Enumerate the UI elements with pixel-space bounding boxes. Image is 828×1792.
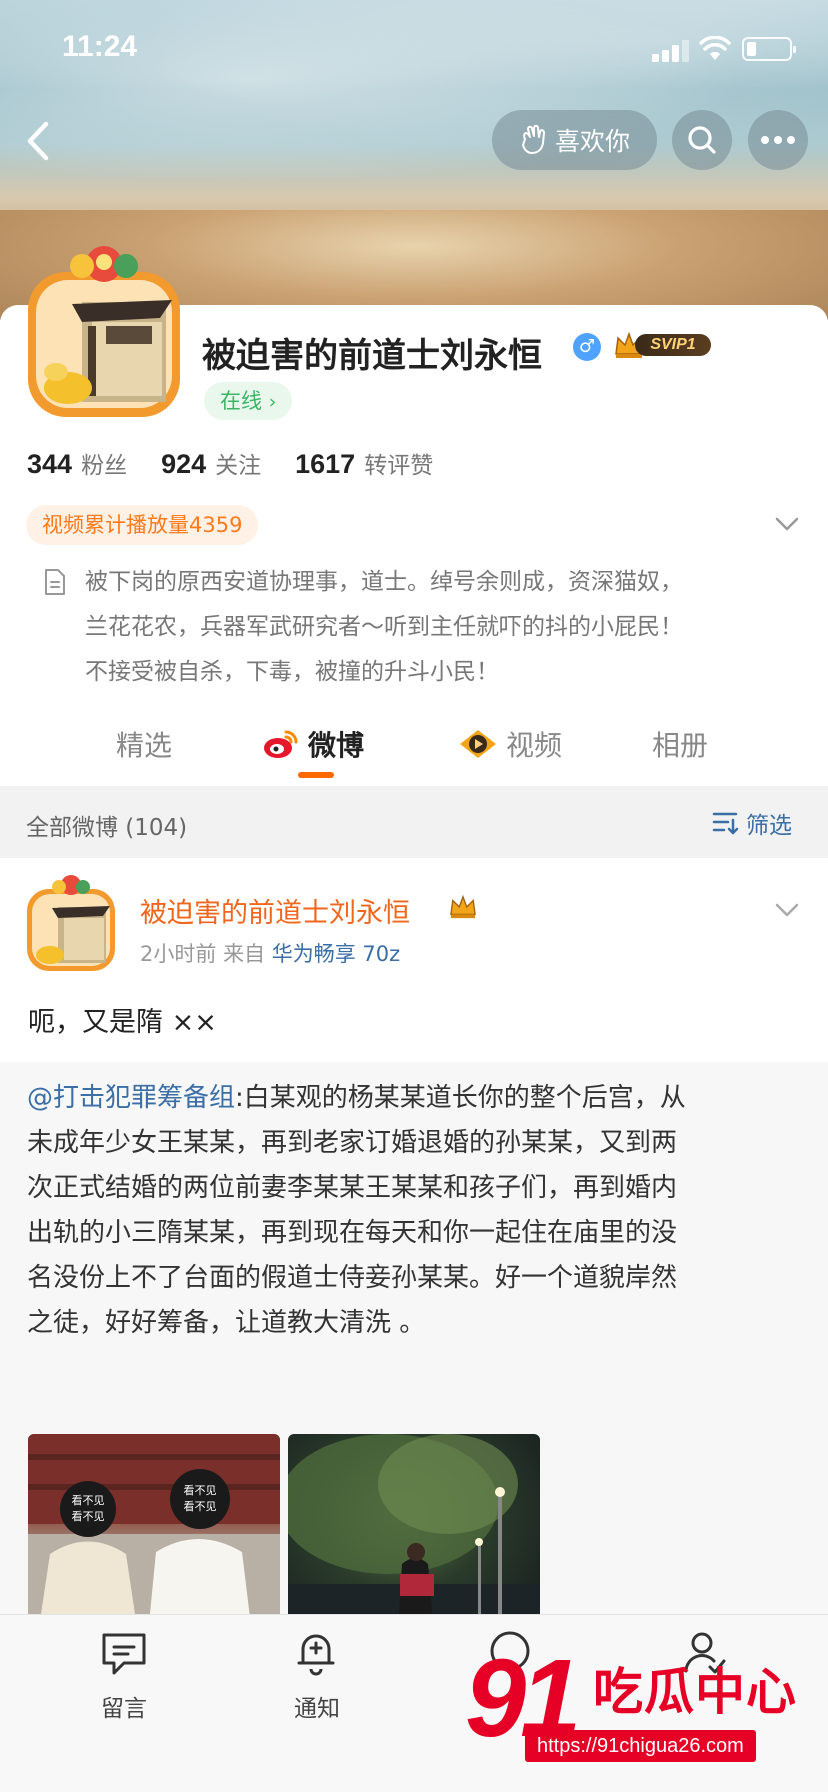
post-text: 呃，又是隋 ×× xyxy=(28,1007,217,1038)
post-source[interactable]: 华为畅享 70z xyxy=(272,942,400,966)
tab-album-label: 相册 xyxy=(652,729,709,762)
profile-tabs: 精选 微博 视频 相册 xyxy=(0,712,828,784)
crown-icon xyxy=(450,894,476,919)
tab-weibo-label: 微博 xyxy=(308,729,365,762)
bottom-notify-label: 通知 xyxy=(294,1696,340,1722)
image-overlay-text: 看不见 xyxy=(72,1509,105,1523)
post-author-name[interactable]: 被迫害的前道士刘永恒 xyxy=(140,891,410,930)
watermark-url: https://91chigua26.com xyxy=(525,1730,756,1762)
chevron-down-icon[interactable] xyxy=(774,514,800,534)
filter-button[interactable]: 筛选 xyxy=(712,806,792,840)
profile-name: 被迫害的前道士刘永恒 xyxy=(202,336,542,376)
tab-featured[interactable]: 精选 xyxy=(116,724,172,764)
post-from-prefix: 来自 xyxy=(223,942,266,966)
online-status-label: 在线 xyxy=(220,389,262,413)
profile-avatar[interactable] xyxy=(22,242,186,422)
status-time: 11:24 xyxy=(62,30,138,63)
image-overlay-text: 看不见 xyxy=(184,1483,217,1497)
post-card: 被迫害的前道士刘永恒 2小时前 来自 华为畅享 70z 呃，又是隋 ×× @打击… xyxy=(0,858,828,1634)
repost-line: 出轨的小三隋某某，再到现在每天和你一起住在庙里的没 xyxy=(27,1218,678,1248)
document-icon xyxy=(45,569,65,595)
tab-album[interactable]: 相册 xyxy=(652,724,708,764)
like-you-button[interactable]: 喜欢你 xyxy=(492,110,657,170)
watermark-text: 吃瓜中心 xyxy=(593,1663,797,1721)
bio-line: 兰花花农，兵器军武研究者～听到主任就吓的抖的小屁民！ xyxy=(85,614,683,640)
repost-line: 未成年少女王某某，再到老家订婚退婚的孙某某，又到两 xyxy=(27,1128,678,1158)
post-author-avatar[interactable] xyxy=(24,873,118,973)
search-button[interactable] xyxy=(672,110,732,170)
weibo-logo-icon xyxy=(264,730,298,758)
filter-icon xyxy=(712,812,739,835)
repost-mention[interactable]: @打击犯罪筹备组 xyxy=(27,1083,235,1113)
search-icon xyxy=(688,126,716,154)
tab-video[interactable]: 视频 xyxy=(458,724,562,764)
profile-bio: 被下岗的原西安道协理事，道士。绰号余则成，资深猫奴， 兰花花农，兵器军武研究者～… xyxy=(85,560,805,695)
tab-weibo[interactable]: 微博 xyxy=(262,724,364,764)
like-you-label: 喜欢你 xyxy=(554,127,630,156)
message-icon xyxy=(102,1633,146,1675)
post-time: 2小时前 xyxy=(140,942,217,966)
online-status-badge[interactable]: 在线 › xyxy=(204,382,293,420)
image-overlay-text: 看不见 xyxy=(184,1499,217,1513)
post-meta: 2小时前 来自 华为畅享 70z xyxy=(140,938,400,968)
following-label[interactable]: 关注 xyxy=(215,446,261,480)
repost-text: @打击犯罪筹备组:白某观的杨某某道长你的整个后宫，从 未成年少女王某某，再到老家… xyxy=(27,1076,797,1346)
svip-badge[interactable]: SVIP1 xyxy=(613,330,711,360)
post-menu-chevron-icon[interactable] xyxy=(774,900,800,920)
followers-count[interactable]: 344 xyxy=(27,449,72,480)
photo-night-street xyxy=(288,1434,540,1634)
male-gender-icon: ♂ xyxy=(573,333,601,361)
site-watermark: 91 吃瓜中心 https://91chigua26.com xyxy=(465,1634,810,1784)
svip-label: SVIP1 xyxy=(635,334,711,356)
bottom-message-button[interactable]: 留言 xyxy=(64,1629,184,1723)
followers-label[interactable]: 粉丝 xyxy=(81,446,127,480)
back-arrow-icon[interactable] xyxy=(18,116,58,166)
tab-featured-label: 精选 xyxy=(116,729,173,762)
battery-icon xyxy=(742,37,796,61)
posts-count: 全部微博 (104) xyxy=(26,815,188,841)
repost-image-2[interactable] xyxy=(288,1434,540,1634)
wifi-icon xyxy=(699,36,731,60)
repost-line: 之徒，好好筹备，让道教大清洗 。 xyxy=(27,1308,426,1338)
profile-stats: 344 粉丝 924 关注 1617 转评赞 xyxy=(27,446,467,486)
engagement-count[interactable]: 1617 xyxy=(295,449,355,480)
repost-line: 次正式结婚的两位前妻李某某王某某和孩子们，再到婚内 xyxy=(27,1173,678,1203)
more-button[interactable] xyxy=(748,110,808,170)
bio-line: 被下岗的原西安道协理事，道士。绰号余则成，资深猫奴， xyxy=(85,569,683,595)
bio-line: 不接受被自杀，下毒，被撞的升斗小民！ xyxy=(85,659,499,685)
bottom-notify-button[interactable]: 通知 xyxy=(257,1629,377,1723)
more-dots-icon xyxy=(761,136,795,144)
repost-line: 名没份上不了台面的假道士侍妾孙某某。好一个道貌岸然 xyxy=(27,1263,678,1293)
filter-bar: 全部微博 (104) 筛选 xyxy=(0,786,828,858)
repost-image-1[interactable]: 看不见 看不见 看不见 看不见 xyxy=(28,1434,280,1634)
filter-label: 筛选 xyxy=(746,813,792,839)
bell-add-icon xyxy=(297,1634,335,1676)
image-overlay-text: 看不见 xyxy=(72,1493,105,1507)
video-views-badge[interactable]: 视频累计播放量4359 xyxy=(26,505,259,545)
chevron-right-icon: › xyxy=(268,391,277,413)
active-tab-indicator xyxy=(298,772,334,778)
signal-icon xyxy=(652,40,690,62)
photo-two-people: 看不见 看不见 看不见 看不见 xyxy=(28,1434,280,1634)
hand-wave-icon xyxy=(521,125,545,154)
video-play-icon xyxy=(460,730,496,758)
following-count[interactable]: 924 xyxy=(161,449,206,480)
engagement-label[interactable]: 转评赞 xyxy=(364,446,433,480)
repost-line: :白某观的杨某某道长你的整个后宫，从 xyxy=(235,1083,686,1113)
status-bar: 11:24 xyxy=(0,0,828,100)
bottom-message-label: 留言 xyxy=(101,1696,147,1722)
tab-video-label: 视频 xyxy=(506,729,563,762)
repost-card[interactable]: @打击犯罪筹备组:白某观的杨某某道长你的整个后宫，从 未成年少女王某某，再到老家… xyxy=(0,1062,828,1634)
